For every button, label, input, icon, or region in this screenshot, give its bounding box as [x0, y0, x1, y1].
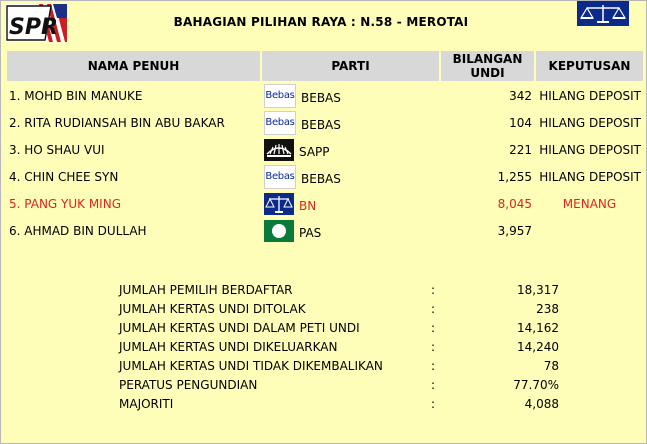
stat-row: JUMLAH PEMILIH BERDAFTAR : 18,317: [119, 280, 559, 299]
bebas-logo-icon: Bebas: [264, 164, 296, 189]
result-status: HILANG DEPOSIT: [539, 115, 641, 130]
candidate-name: 4. CHIN CHEE SYN: [9, 169, 119, 184]
stat-row: MAJORITI : 4,088: [119, 394, 559, 413]
party-name: BN: [299, 199, 317, 213]
party-name: BEBAS: [301, 91, 341, 105]
result-status: HILANG DEPOSIT: [539, 88, 641, 103]
candidate-name: 6. AHMAD BIN DULLAH: [9, 223, 147, 238]
pas-logo-icon: [264, 219, 294, 242]
stat-value: 18,317: [517, 282, 559, 297]
candidate-name: 3. HO SHAU VUI: [9, 142, 105, 157]
stat-label: MAJORITI: [119, 396, 174, 411]
stat-label: PERATUS PENGUNDIAN: [119, 377, 258, 392]
spr-logo-text: SPR: [9, 15, 58, 40]
vote-count: 3,957: [497, 223, 532, 238]
result-status: HILANG DEPOSIT: [539, 169, 641, 184]
candidate-name: 5. PANG YUK MING: [9, 196, 121, 211]
stat-value: 14,240: [517, 339, 559, 354]
page-title: BAHAGIAN PILIHAN RAYA : N.58 - MEROTAI: [173, 15, 469, 29]
party-name: BEBAS: [301, 118, 341, 132]
result-status: MENANG: [562, 196, 617, 211]
stat-value: 4,088: [524, 396, 559, 411]
stat-separator: :: [431, 339, 436, 354]
bebas-logo-icon: Bebas: [264, 110, 296, 135]
column-header-result: KEPUTUSAN: [536, 51, 643, 81]
column-header-votes-line1: BILANGAN: [452, 52, 523, 66]
stat-separator: :: [431, 282, 436, 297]
candidate-name: 1. MOHD BIN MANUKE: [9, 88, 143, 103]
party-name: PAS: [299, 226, 322, 240]
results-table: NAMA PENUH PARTI BILANGAN UNDI KEPUTUSAN…: [5, 49, 645, 245]
bebas-logo-icon: Bebas: [264, 83, 296, 108]
table-row-winner: 5. PANG YUK MING BN 8,045 MENANG: [7, 191, 643, 216]
result-status: HILANG DEPOSIT: [539, 142, 641, 157]
table-row: 1. MOHD BIN MANUKE Bebas BEBAS 342 HILAN…: [7, 83, 643, 108]
vote-count: 8,045: [497, 196, 532, 211]
stat-separator: :: [431, 301, 436, 316]
bn-scales-logo-icon: [264, 192, 294, 215]
stat-separator: :: [431, 358, 436, 373]
party-cell: BN: [264, 192, 437, 215]
result-status: [536, 218, 643, 243]
stat-row: JUMLAH KERTAS UNDI DITOLAK : 238: [119, 299, 559, 318]
stat-value: 78: [543, 358, 559, 373]
stat-value: 238: [536, 301, 559, 316]
table-row: 3. HO SHAU VUI SAPP 221 HILANG DEPOSIT: [7, 137, 643, 162]
column-header-votes: BILANGAN UNDI: [441, 51, 534, 81]
column-header-party: PARTI: [262, 51, 439, 81]
party-cell: Bebas BEBAS: [264, 83, 437, 108]
stat-label: JUMLAH PEMILIH BERDAFTAR: [119, 282, 293, 297]
stat-row: JUMLAH KERTAS UNDI DALAM PETI UNDI : 14,…: [119, 318, 559, 337]
stat-label: JUMLAH KERTAS UNDI DITOLAK: [119, 301, 306, 316]
vote-count: 342: [509, 88, 532, 103]
table-row: 4. CHIN CHEE SYN Bebas BEBAS 1,255 HILAN…: [7, 164, 643, 189]
table-row: 6. AHMAD BIN DULLAH PAS 3,957: [7, 218, 643, 243]
vote-count: 221: [509, 142, 532, 157]
stat-value: 77.70%: [513, 377, 559, 392]
vote-count: 1,255: [497, 169, 532, 184]
stat-value: 14,162: [517, 320, 559, 335]
stat-row: JUMLAH KERTAS UNDI DIKELUARKAN : 14,240: [119, 337, 559, 356]
party-cell: Bebas BEBAS: [264, 164, 437, 189]
stat-label: JUMLAH KERTAS UNDI DALAM PETI UNDI: [119, 320, 360, 335]
party-cell: PAS: [264, 219, 437, 242]
party-name: BEBAS: [301, 172, 341, 186]
table-row: 2. RITA RUDIANSAH BIN ABU BAKAR Bebas BE…: [7, 110, 643, 135]
stat-separator: :: [431, 320, 436, 335]
stat-label: JUMLAH KERTAS UNDI TIDAK DIKEMBALIKAN: [119, 358, 383, 373]
stat-separator: :: [431, 396, 436, 411]
candidate-name: 2. RITA RUDIANSAH BIN ABU BAKAR: [9, 115, 225, 130]
summary-stats: JUMLAH PEMILIH BERDAFTAR : 18,317 JUMLAH…: [119, 280, 559, 413]
column-header-votes-line2: UNDI: [470, 66, 505, 80]
spr-logo: SPR: [5, 4, 67, 42]
table-header-row: NAMA PENUH PARTI BILANGAN UNDI KEPUTUSAN: [7, 51, 643, 81]
results-panel: SPR BAHAGIAN PILIHAN RAYA : N.58 - MEROT…: [0, 0, 647, 444]
party-cell: Bebas BEBAS: [264, 110, 437, 135]
column-header-name: NAMA PENUH: [7, 51, 260, 81]
sapp-logo-icon: [264, 138, 294, 161]
stat-row: JUMLAH KERTAS UNDI TIDAK DIKEMBALIKAN : …: [119, 356, 559, 375]
vote-count: 104: [509, 115, 532, 130]
party-name: SAPP: [299, 145, 330, 159]
stat-label: JUMLAH KERTAS UNDI DIKELUARKAN: [119, 339, 338, 354]
stat-separator: :: [431, 377, 436, 392]
bn-scales-icon: [577, 1, 629, 26]
party-cell: SAPP: [264, 138, 437, 161]
stat-row: PERATUS PENGUNDIAN : 77.70%: [119, 375, 559, 394]
